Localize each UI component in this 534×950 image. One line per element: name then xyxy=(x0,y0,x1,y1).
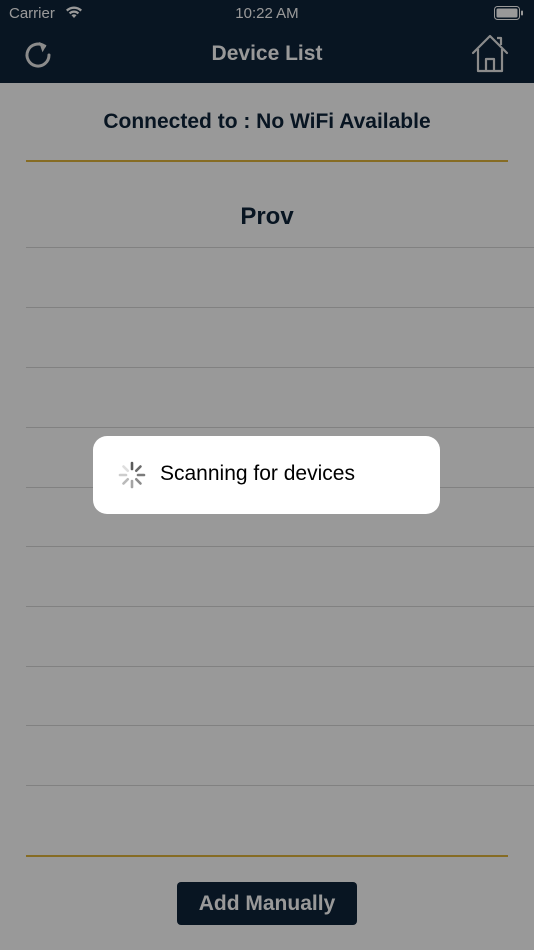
spinner-icon xyxy=(118,461,146,489)
device-list-screen: Carrier 10:22 AM Device List Connected t… xyxy=(0,0,534,950)
loading-message: Scanning for devices xyxy=(160,462,355,485)
